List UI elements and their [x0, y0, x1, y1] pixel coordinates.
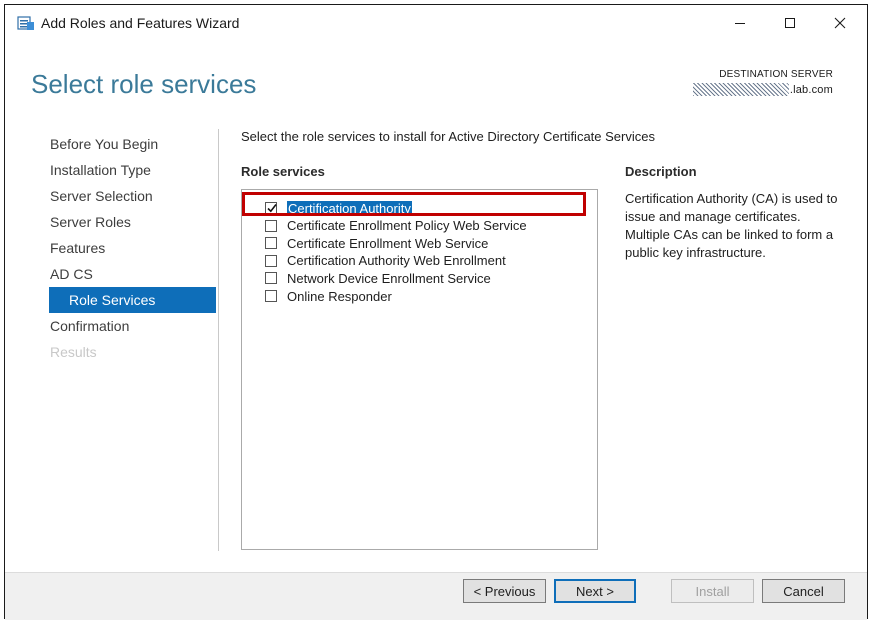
- redacted-hostname: [692, 83, 789, 96]
- role-services-list[interactable]: Certification Authority Certificate Enrol…: [241, 189, 598, 550]
- close-button[interactable]: [817, 5, 863, 41]
- destination-server-info: DESTINATION SERVER .lab.com: [692, 69, 833, 96]
- title-bar[interactable]: Add Roles and Features Wizard: [5, 5, 867, 41]
- destination-server-suffix: .lab.com: [789, 83, 833, 96]
- destination-server-name: .lab.com: [692, 83, 833, 96]
- description-header: Description: [625, 164, 697, 179]
- checkbox-checked[interactable]: [265, 202, 277, 214]
- destination-server-label: DESTINATION SERVER: [719, 69, 833, 80]
- role-service-item[interactable]: Certification Authority Web Enrollment: [265, 252, 506, 270]
- install-button: Install: [671, 579, 754, 603]
- nav-item-role-services[interactable]: Role Services: [49, 287, 216, 313]
- role-service-label: Network Device Enrollment Service: [287, 270, 491, 286]
- minimize-icon: [734, 17, 746, 29]
- checkbox[interactable]: [265, 237, 277, 250]
- nav-item-results: Results: [50, 344, 97, 360]
- instruction-text: Select the role services to install for …: [241, 129, 655, 144]
- next-button[interactable]: Next >: [554, 579, 636, 603]
- role-service-label: Online Responder: [287, 288, 392, 304]
- nav-item-server-roles[interactable]: Server Roles: [49, 209, 217, 235]
- nav-item-before-you-begin[interactable]: Before You Begin: [49, 131, 217, 157]
- role-service-label: Certification Authority: [287, 200, 412, 216]
- previous-button[interactable]: < Previous: [463, 579, 546, 603]
- role-services-header: Role services: [241, 164, 325, 179]
- wizard-steps-nav: Before You Begin Installation Type Server …: [49, 131, 217, 365]
- nav-item-features[interactable]: Features: [49, 235, 217, 261]
- page-title: Select role services: [31, 69, 257, 99]
- checkbox[interactable]: [265, 219, 277, 232]
- role-service-item[interactable]: Certification Authority: [265, 199, 412, 217]
- nav-item-installation-type[interactable]: Installation Type: [49, 157, 217, 183]
- role-service-label: Certification Authority Web Enrollment: [287, 253, 506, 269]
- maximize-icon: [784, 17, 796, 29]
- nav-divider: [218, 129, 219, 551]
- nav-item-server-selection[interactable]: Server Selection: [49, 183, 217, 209]
- close-icon: [834, 17, 846, 29]
- checkbox[interactable]: [265, 272, 277, 285]
- maximize-button[interactable]: [767, 5, 813, 41]
- description-text: Certification Authority (CA) is used to …: [625, 191, 838, 260]
- nav-item-ad-cs[interactable]: AD CS: [49, 261, 217, 287]
- role-service-item[interactable]: Online Responder: [265, 287, 392, 305]
- minimize-button[interactable]: [717, 5, 763, 41]
- checkmark-icon: [267, 204, 277, 213]
- checkbox[interactable]: [265, 254, 277, 267]
- role-service-item[interactable]: Network Device Enrollment Service: [265, 269, 491, 287]
- nav-item-confirmation[interactable]: Confirmation: [49, 313, 217, 339]
- wizard-window: Add Roles and Features Wizard Select rol…: [4, 4, 868, 620]
- role-service-label: Certificate Enrollment Policy Web Servic…: [287, 218, 527, 234]
- role-service-label: Certificate Enrollment Web Service: [287, 235, 489, 251]
- checkbox[interactable]: [265, 290, 277, 302]
- role-service-item[interactable]: Certificate Enrollment Policy Web Servic…: [265, 217, 527, 235]
- role-service-item[interactable]: Certificate Enrollment Web Service: [265, 234, 488, 252]
- cancel-button[interactable]: Cancel: [762, 579, 845, 603]
- server-manager-icon: [17, 15, 35, 31]
- window-title: Add Roles and Features Wizard: [41, 15, 240, 31]
